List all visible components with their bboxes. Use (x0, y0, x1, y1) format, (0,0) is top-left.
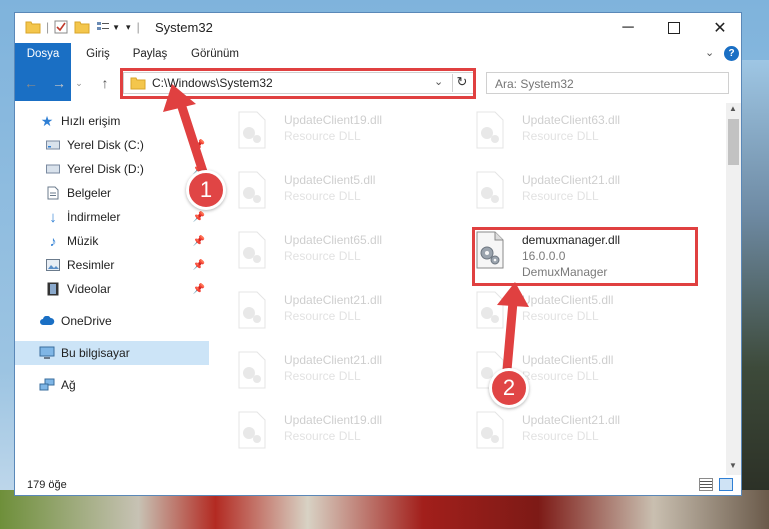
step-badge-2: 2 (489, 368, 529, 408)
arrow-to-file (497, 282, 529, 375)
arrow-to-address-bar (163, 84, 210, 183)
arrow-overlay (163, 84, 529, 375)
step-badge-1: 1 (186, 170, 226, 210)
